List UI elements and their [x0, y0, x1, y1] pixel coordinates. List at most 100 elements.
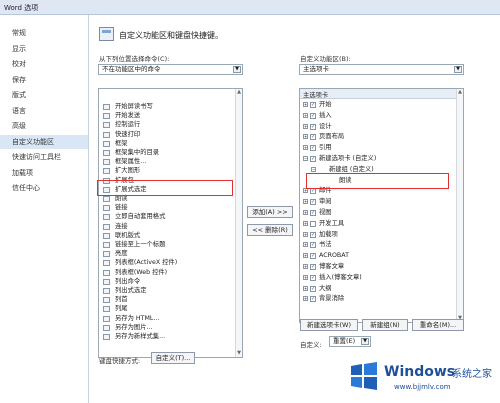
expand-icon[interactable]: +: [303, 145, 308, 151]
tree-item[interactable]: + ✓ 视图: [300, 209, 455, 217]
command-list[interactable]: ▲ ▼ 开始屏读书写 开始发送 控制运行快速打印 框架 框架集中的目录 框架属性... 扩大…: [98, 88, 243, 358]
checkbox[interactable]: ✓: [310, 134, 316, 141]
checkbox[interactable]: ✓: [310, 210, 316, 216]
command-item[interactable]: 开始屏读书写: [99, 103, 235, 111]
tree-item[interactable]: + ✓ 博客文章: [300, 263, 455, 271]
checkbox[interactable]: ✓: [310, 145, 316, 152]
command-item[interactable]: 列出命令: [99, 278, 235, 286]
command-source-select[interactable]: 不在功能区中的命令 ▼: [98, 64, 243, 75]
chevron-down-icon[interactable]: ▼: [233, 66, 241, 73]
expand-icon[interactable]: +: [303, 285, 308, 291]
tree-item[interactable]: + ✓ 页面布局: [300, 133, 455, 141]
command-item[interactable]: 列出式选定: [99, 287, 235, 295]
checkbox[interactable]: ✓: [310, 188, 316, 195]
scroll-down-icon[interactable]: ▼: [236, 350, 242, 357]
expand-icon[interactable]: +: [303, 123, 308, 129]
command-list-scrollbar[interactable]: ▲ ▼: [235, 89, 242, 357]
command-item[interactable]: 快速打印: [99, 131, 235, 139]
expand-icon[interactable]: +: [303, 274, 308, 280]
command-item[interactable]: 另存为 HTML...: [99, 315, 235, 323]
ribbon-tree-scrollbar[interactable]: ▲ ▼: [456, 89, 463, 322]
customize-shortcuts-button[interactable]: 自定义(T)...: [151, 352, 195, 364]
command-item[interactable]: 框架集中的目录: [99, 149, 235, 157]
tree-item[interactable]: + ✓ ACROBAT: [300, 252, 455, 260]
sidebar-item[interactable]: 加载项: [0, 166, 88, 180]
checkbox[interactable]: [310, 220, 316, 227]
chevron-down-icon[interactable]: ▼: [361, 338, 369, 345]
tree-item[interactable]: + ✓ 书法: [300, 241, 455, 249]
new-group-button[interactable]: 新建组(N): [362, 319, 408, 331]
tree-item[interactable]: − 新建组 (自定义): [300, 166, 455, 174]
expand-icon[interactable]: +: [303, 112, 308, 118]
expand-icon[interactable]: +: [303, 220, 308, 226]
command-item[interactable]: 立即自动套用格式: [99, 213, 235, 221]
checkbox[interactable]: ✓: [310, 274, 316, 281]
tree-item[interactable]: + ✓ 邮件: [300, 187, 455, 195]
expand-icon[interactable]: +: [303, 231, 308, 237]
command-item[interactable]: 控制运行: [99, 121, 235, 129]
remove-button[interactable]: << 删除(R): [247, 224, 293, 236]
sidebar-item[interactable]: 常规: [0, 26, 88, 40]
command-item[interactable]: 框架: [99, 140, 235, 148]
expand-icon[interactable]: +: [303, 102, 308, 107]
sidebar-item[interactable]: 语言: [0, 104, 88, 118]
tree-item[interactable]: + ✓ 引用: [300, 144, 455, 152]
checkbox[interactable]: ✓: [310, 253, 316, 260]
new-tab-button[interactable]: 新建选项卡(W): [300, 319, 358, 331]
tree-item[interactable]: − ✓ 新建选项卡 (自定义): [300, 155, 455, 163]
command-item[interactable]: 框架属性...: [99, 158, 235, 166]
sidebar-item[interactable]: 快速访问工具栏: [0, 150, 88, 164]
add-button[interactable]: 添加(A) >>: [247, 206, 293, 218]
tree-item[interactable]: + ✓ 设计: [300, 123, 455, 131]
checkbox[interactable]: ✓: [310, 264, 316, 270]
tree-item[interactable]: + ✓ 插入: [300, 112, 455, 120]
command-item[interactable]: 连接: [99, 223, 235, 231]
sidebar-item[interactable]: 版式: [0, 88, 88, 102]
expand-icon[interactable]: +: [303, 134, 308, 140]
checkbox[interactable]: ✓: [310, 285, 316, 292]
command-item[interactable]: 朗读: [99, 195, 235, 203]
tree-item[interactable]: + ✓ 加载项: [300, 231, 455, 239]
expand-icon[interactable]: −: [303, 156, 308, 161]
checkbox[interactable]: ✓: [310, 296, 316, 303]
command-item[interactable]: 列尾: [99, 305, 235, 313]
expand-icon[interactable]: +: [303, 264, 308, 269]
command-item[interactable]: 扩展式选定: [99, 186, 235, 194]
checkbox[interactable]: ✓: [310, 123, 316, 130]
ribbon-tree[interactable]: 主选项卡 ▲ ▼ + ✓ 开始 + ✓ 插入 + ✓ 设计 + ✓ 页面布局 + ✓ 引用 − ✓ 新建选项卡 (…: [299, 88, 464, 323]
checkbox[interactable]: ✓: [310, 112, 316, 119]
command-item[interactable]: 亮度: [99, 250, 235, 258]
command-item[interactable]: 扩展包: [99, 177, 235, 185]
reset-dropdown[interactable]: 重置(E) ▼: [329, 336, 371, 347]
chevron-down-icon[interactable]: ▼: [454, 66, 462, 73]
tree-item[interactable]: + ✓ 大纲: [300, 285, 455, 293]
command-item[interactable]: 扩大图形: [99, 167, 235, 175]
rename-button[interactable]: 重命名(M)...: [412, 319, 464, 331]
command-item[interactable]: 列表框(Web 控件): [99, 269, 235, 277]
tree-item[interactable]: 朗读: [300, 177, 455, 185]
tree-item[interactable]: + ✓ 审阅: [300, 198, 455, 206]
scroll-up-icon[interactable]: ▲: [236, 89, 242, 96]
sidebar-item[interactable]: 自定义功能区: [0, 134, 88, 149]
checkbox[interactable]: ✓: [310, 199, 316, 206]
scroll-up-icon[interactable]: ▲: [457, 89, 463, 96]
command-item[interactable]: 链接: [99, 204, 235, 212]
checkbox[interactable]: ✓: [310, 102, 316, 108]
checkbox[interactable]: ✓: [310, 156, 316, 162]
expand-icon[interactable]: +: [303, 199, 308, 205]
command-item[interactable]: 列表框(ActiveX 控件): [99, 259, 235, 267]
sidebar-item[interactable]: 校对: [0, 57, 88, 71]
sidebar-item[interactable]: 显示: [0, 42, 88, 56]
checkbox[interactable]: ✓: [310, 242, 316, 249]
sidebar-item[interactable]: 保存: [0, 73, 88, 87]
tree-item[interactable]: + 开发工具: [300, 220, 455, 228]
command-item[interactable]: 列首: [99, 296, 235, 304]
expand-icon[interactable]: −: [311, 166, 316, 172]
sidebar-item[interactable]: 信任中心: [0, 181, 88, 195]
ribbon-type-select[interactable]: 主选项卡 ▼: [299, 64, 464, 75]
expand-icon[interactable]: +: [303, 253, 308, 259]
tree-item[interactable]: + ✓ 插入(博客文章): [300, 274, 455, 282]
command-item[interactable]: 开始发送: [99, 112, 235, 120]
command-item[interactable]: 链接至上一个标题: [99, 241, 235, 249]
command-item[interactable]: 另存为图片...: [99, 324, 235, 332]
